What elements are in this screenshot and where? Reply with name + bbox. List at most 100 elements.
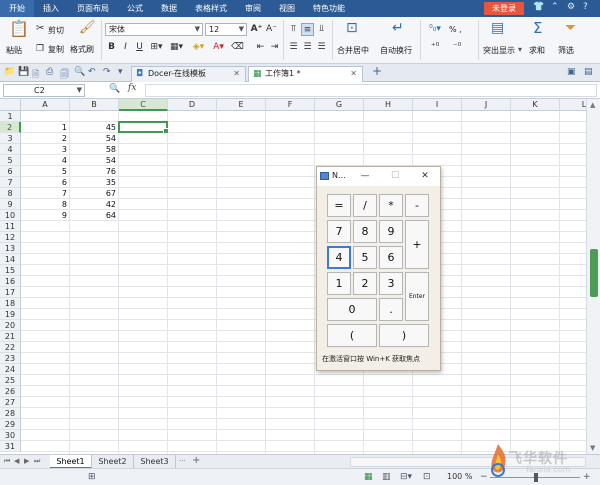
- cell-a5[interactable]: 4: [21, 155, 70, 166]
- close-button[interactable]: ✕: [418, 169, 432, 183]
- doc-tab-workbook[interactable]: ▦ 工作簿1 * ✕: [248, 66, 363, 82]
- row-header[interactable]: 14: [0, 254, 21, 265]
- key-enter[interactable]: Enter: [405, 272, 429, 321]
- align-center-icon[interactable]: ☰: [301, 41, 314, 54]
- sheet-tab-sheet3[interactable]: Sheet3: [134, 455, 176, 469]
- row-header[interactable]: 11: [0, 221, 21, 232]
- filter-icon[interactable]: ⏷: [565, 21, 576, 35]
- export-pdf-icon[interactable]: 🗎: [32, 67, 39, 83]
- font-size-select[interactable]: 12 ▼: [205, 23, 247, 36]
- cell-b7[interactable]: 35: [70, 177, 119, 188]
- format-painter-icon[interactable]: 🖌: [79, 21, 96, 34]
- row-header[interactable]: 1: [0, 111, 21, 122]
- menu-tab-page-layout[interactable]: 页面布局: [68, 0, 118, 17]
- row-header[interactable]: 26: [0, 386, 21, 397]
- page-layout-view-icon[interactable]: ▥: [382, 472, 391, 482]
- key-0[interactable]: 0: [327, 298, 377, 321]
- cell-b2[interactable]: 45: [70, 122, 119, 133]
- align-bottom-icon[interactable]: ⫫: [315, 23, 328, 36]
- add-sheet-button[interactable]: +: [192, 455, 200, 466]
- column-header-l[interactable]: L: [560, 99, 586, 111]
- cell-b4[interactable]: 58: [70, 144, 119, 155]
- menu-tab-review[interactable]: 审阅: [236, 0, 270, 17]
- align-right-icon[interactable]: ☰: [315, 41, 328, 54]
- row-header[interactable]: 31: [0, 441, 21, 452]
- cell-a6[interactable]: 5: [21, 166, 70, 177]
- menu-tab-table-style[interactable]: 表格样式: [186, 0, 236, 17]
- scroll-up-icon[interactable]: ▲: [590, 101, 595, 109]
- redo-icon[interactable]: ↷: [103, 67, 111, 77]
- zoom-out-icon[interactable]: −: [480, 472, 488, 482]
- row-header[interactable]: 6: [0, 166, 21, 177]
- fill-color-icon[interactable]: ◈▾: [190, 41, 207, 54]
- settings-icon[interactable]: ⚙: [567, 2, 575, 12]
- sum-icon[interactable]: Σ: [533, 21, 542, 36]
- wrap-text-icon[interactable]: ↵: [392, 21, 404, 35]
- new-tab-button[interactable]: +: [372, 64, 382, 78]
- column-header-e[interactable]: E: [217, 99, 266, 111]
- insert-function-button[interactable]: fx: [128, 83, 136, 93]
- scissors-icon[interactable]: ✂: [36, 23, 44, 35]
- key-minus[interactable]: -: [405, 194, 429, 217]
- row-header[interactable]: 30: [0, 430, 21, 441]
- cell-a10[interactable]: 9: [21, 210, 70, 221]
- tab-options-icon[interactable]: ▤: [584, 67, 593, 77]
- cell-a4[interactable]: 3: [21, 144, 70, 155]
- row-header[interactable]: 15: [0, 265, 21, 276]
- menu-tab-insert[interactable]: 插入: [34, 0, 68, 17]
- prev-sheet-icon[interactable]: ◀: [14, 457, 19, 465]
- zoom-level[interactable]: 100 %: [447, 472, 472, 481]
- merge-center-button[interactable]: 合并居中: [337, 45, 369, 56]
- row-header[interactable]: 3: [0, 133, 21, 144]
- font-name-select[interactable]: 宋体 ▼: [105, 23, 203, 36]
- column-header-a[interactable]: A: [21, 99, 70, 111]
- row-header[interactable]: 2: [0, 122, 21, 133]
- macro-icon[interactable]: ⊞: [88, 472, 96, 482]
- key-2[interactable]: 2: [353, 272, 377, 295]
- decrease-font-icon[interactable]: A⁻: [265, 23, 278, 36]
- cell-b8[interactable]: 67: [70, 188, 119, 199]
- percent-comma-buttons[interactable]: % ,: [449, 25, 462, 34]
- doc-tab-docer[interactable]: ◘ Docer-在线模板 ✕: [131, 66, 246, 82]
- key-equals[interactable]: =: [327, 194, 351, 217]
- merge-center-icon[interactable]: ⊡: [346, 21, 358, 35]
- sum-button[interactable]: 求和: [529, 45, 545, 56]
- cut-button[interactable]: 剪切: [48, 25, 64, 36]
- key-multiply[interactable]: *: [379, 194, 403, 217]
- column-header-c[interactable]: C: [119, 99, 168, 111]
- row-header[interactable]: 22: [0, 342, 21, 353]
- cell-b3[interactable]: 54: [70, 133, 119, 144]
- row-header[interactable]: 18: [0, 298, 21, 309]
- format-painter-button[interactable]: 格式刷: [70, 44, 94, 55]
- save-icon[interactable]: 💾: [18, 67, 29, 77]
- zoom-slider-thumb[interactable]: [534, 473, 538, 482]
- skin-icon[interactable]: 👕: [533, 2, 544, 12]
- key-1[interactable]: 1: [327, 272, 351, 295]
- vertical-scrollbar[interactable]: ▲ ▼: [586, 99, 600, 454]
- cell-pattern-icon[interactable]: ▦▾: [168, 41, 185, 54]
- align-top-icon[interactable]: ⫪: [287, 23, 300, 36]
- cell-a9[interactable]: 8: [21, 199, 70, 210]
- menu-tab-formulas[interactable]: 公式: [118, 0, 152, 17]
- scrollbar-thumb[interactable]: [590, 249, 598, 297]
- increase-decimal-icon[interactable]: ⁺⁰: [425, 41, 445, 54]
- row-header[interactable]: 9: [0, 199, 21, 210]
- key-5[interactable]: 5: [353, 246, 377, 269]
- number-format-icon[interactable]: ⁰₀▾: [425, 23, 445, 36]
- row-header[interactable]: 17: [0, 287, 21, 298]
- key-divide[interactable]: /: [353, 194, 377, 217]
- formula-input[interactable]: [145, 84, 597, 97]
- row-header[interactable]: 28: [0, 408, 21, 419]
- minimize-ribbon-icon[interactable]: ⌃: [551, 2, 559, 12]
- italic-button[interactable]: I: [119, 41, 132, 54]
- bold-button[interactable]: B: [105, 41, 118, 54]
- column-header-f[interactable]: F: [266, 99, 315, 111]
- maximize-button[interactable]: ☐: [388, 169, 402, 183]
- indent-increase-icon[interactable]: ⇥: [268, 41, 281, 54]
- horizontal-scrollbar[interactable]: [350, 457, 586, 467]
- cell-a3[interactable]: 2: [21, 133, 70, 144]
- sheet-tab-sheet2[interactable]: Sheet2: [92, 455, 134, 469]
- select-all-corner[interactable]: [0, 99, 21, 111]
- column-header-b[interactable]: B: [70, 99, 119, 111]
- name-box[interactable]: C2 ▼: [3, 84, 85, 97]
